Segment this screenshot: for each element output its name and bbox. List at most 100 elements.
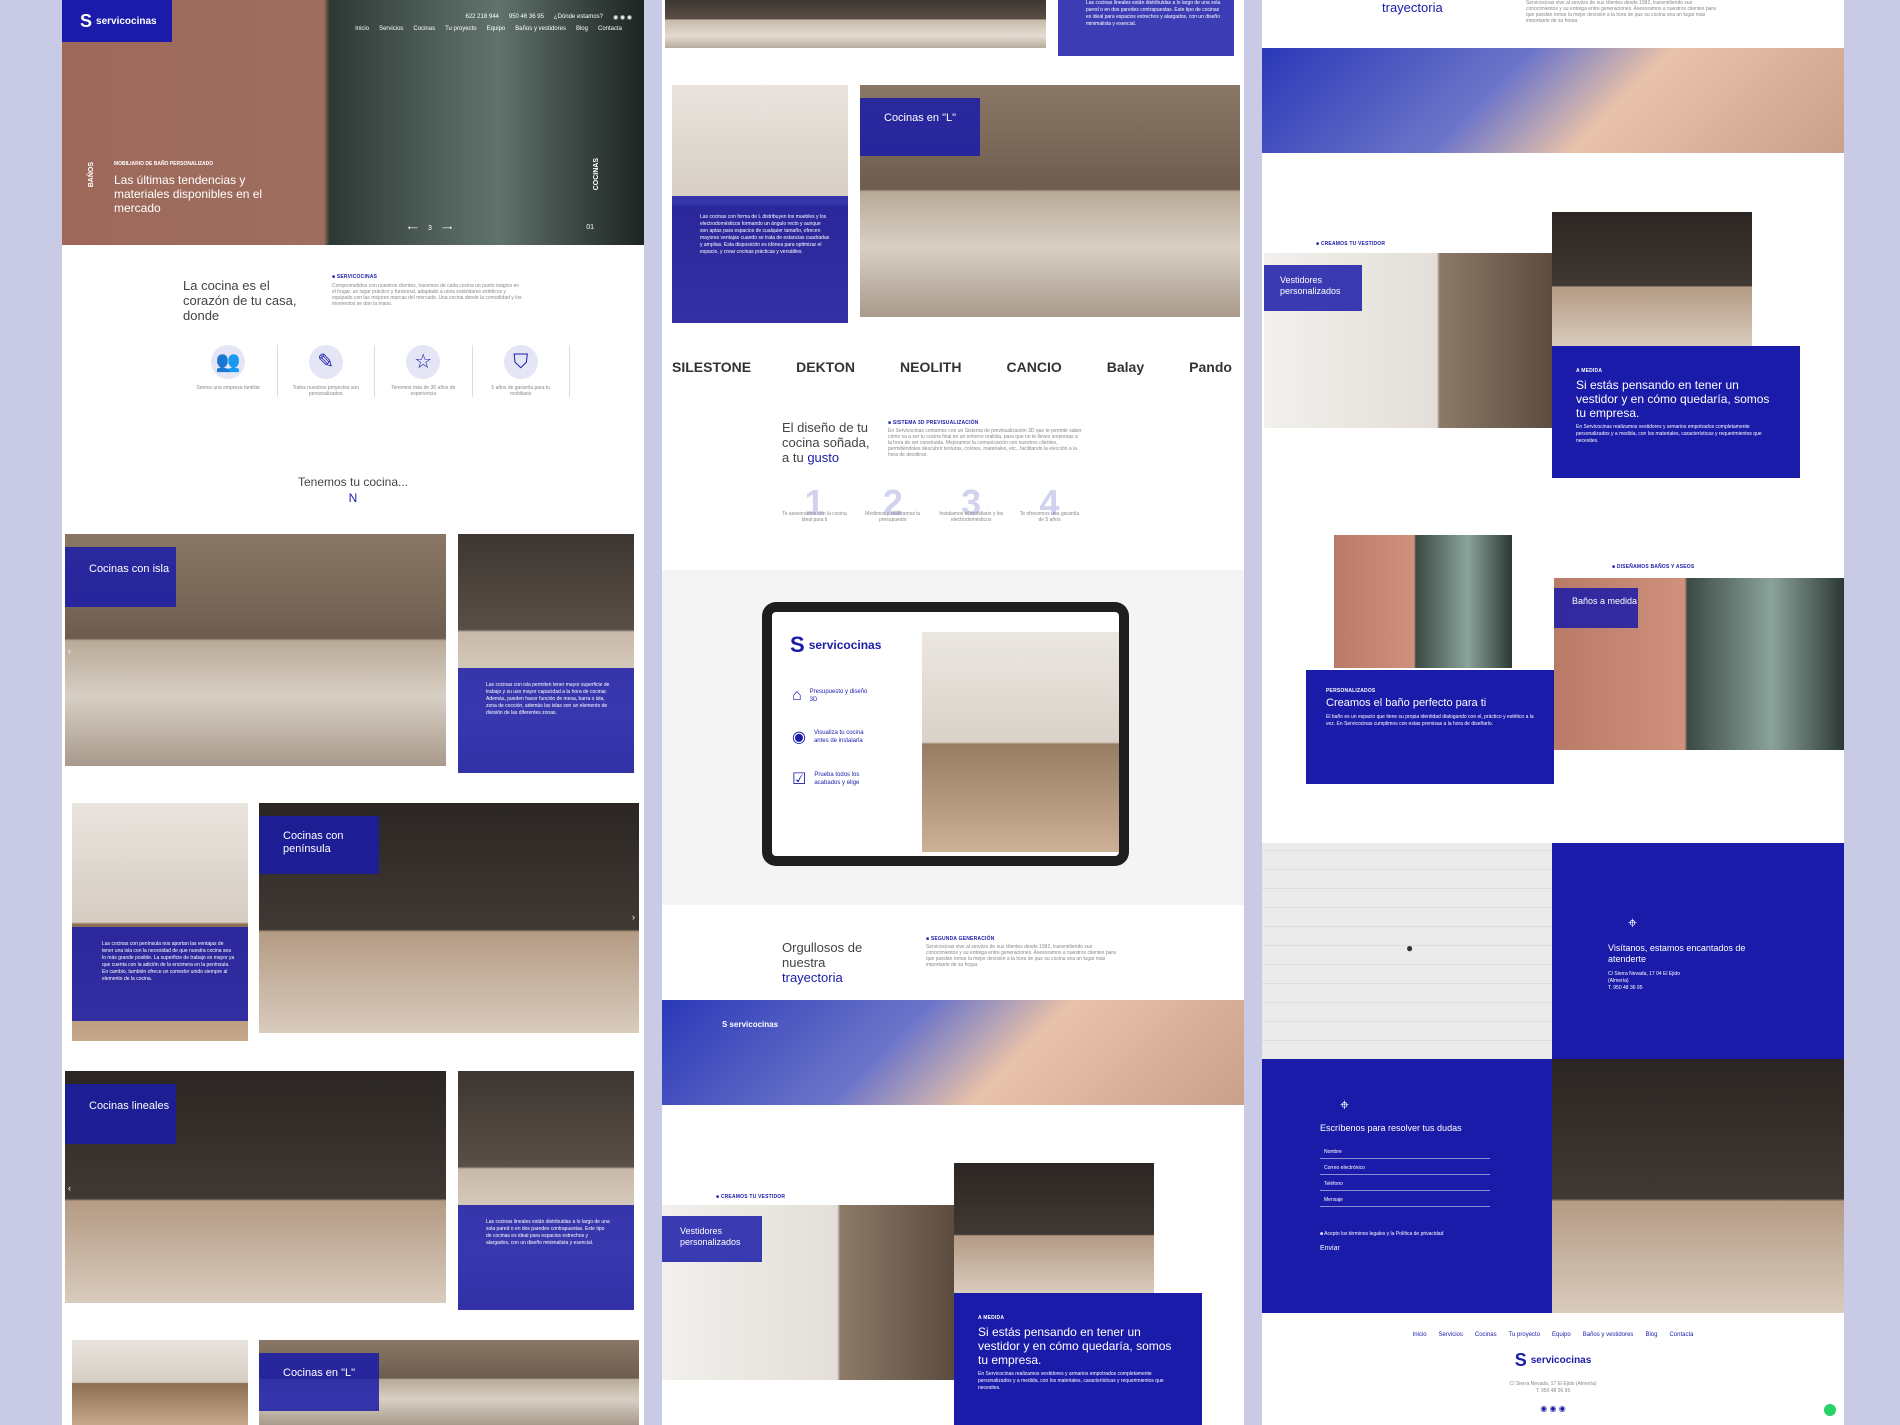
map-pin-icon[interactable]: ●	[1406, 941, 1413, 955]
wardrobe-detail-photo	[954, 1163, 1154, 1293]
nav-item[interactable]: Blog	[576, 26, 588, 32]
feature-item: ⛉ 5 años de garantía para tu mobiliario	[473, 345, 570, 397]
footer-nav-item[interactable]: Cocinas	[1475, 1332, 1497, 1338]
intro-label: ■ SERVICOCINAS	[332, 274, 378, 280]
trajectory-heading: Orgullosos de nuestra trayectoria	[782, 940, 863, 985]
contact-field[interactable]: Teléfono	[1320, 1175, 1490, 1191]
prev-arrow-icon[interactable]: ⟵	[408, 224, 418, 232]
nav-item[interactable]: Inicio	[355, 26, 369, 32]
visit-title: Visítanos, estamos encantados de atender…	[1608, 943, 1746, 964]
eye-icon: ◉	[792, 729, 806, 746]
team-icon: 👥	[211, 345, 246, 379]
trajectory-heading-continued: trayectoria	[1382, 0, 1443, 15]
footer-social-icons[interactable]: ◉ ◉ ◉	[1262, 1404, 1844, 1413]
pencil-icon: ✎	[308, 345, 343, 379]
trajectory-text: Servicocinas vive al servicio de sus cli…	[926, 944, 1116, 968]
footer-nav-item[interactable]: Servicios	[1439, 1332, 1463, 1338]
features-row: 👥 Somos una empresa familiar ✎ Todos nuestr…	[180, 345, 570, 397]
contact-form: ⌖ Escríbenos para resolver tus dudas Nom…	[1262, 1059, 1552, 1313]
kitchen-linear-text: Las cocinas lineales están distribuidas …	[458, 1205, 634, 1310]
footer-nav-item[interactable]: Tu proyecto	[1509, 1332, 1540, 1338]
footer-nav-item[interactable]: Contacta	[1669, 1332, 1693, 1338]
tablet-kitchen-render	[922, 632, 1119, 852]
team-photo-strip	[1262, 48, 1844, 153]
design-label: ■ SISTEMA 3D PREVISUALIZACIÓN	[888, 420, 979, 426]
intro-heading: La cocina es el corazón de tu casa, dond…	[183, 278, 297, 323]
bath-tag[interactable]: Baños a medida	[1554, 588, 1638, 628]
contact-field[interactable]: Correo electrónico	[1320, 1159, 1490, 1175]
phone-link-2[interactable]: 950 46 36 95	[509, 14, 544, 21]
design-step: 4 Te ofrecemos una garantía de 5 años	[1017, 485, 1082, 524]
prev-arrow-icon[interactable]: ‹	[68, 646, 71, 656]
shield-icon: ⛉	[503, 345, 538, 379]
tablet-feature-item: ⌂ Presupuesto y diseño 3D	[792, 687, 868, 704]
tablet-feature-item: ◉ Visualiza tu cocina antes de instalarla	[792, 729, 864, 746]
footer-phone[interactable]: T. 950 48 36 95	[1262, 1388, 1844, 1394]
contact-side-photo	[1552, 1059, 1844, 1313]
slide-counter: 3	[428, 224, 432, 232]
main-nav: Inicio Servicios Cocinas Tu proyecto Equipo B…	[355, 26, 622, 32]
nav-item[interactable]: Tu proyecto	[445, 26, 476, 32]
nav-item[interactable]: Contacta	[598, 26, 622, 32]
star-icon: ☆	[406, 345, 441, 379]
bath-info-box: PERSONALIZADOS Creamos el baño perfecto …	[1306, 670, 1554, 784]
design-steps: 1 Te asesoramos con la cocina ideal para …	[782, 485, 1082, 524]
contact-field[interactable]: Mensaje	[1320, 1191, 1490, 1207]
footer-nav-item[interactable]: Equipo	[1552, 1332, 1571, 1338]
wardrobe-tag[interactable]: Vestidores personalizados	[662, 1216, 762, 1262]
step-text: Medimos y realizamos tu presupuesto	[865, 511, 921, 523]
logo-text: servicocinas	[96, 15, 157, 27]
feature-item: 👥 Somos una empresa familiar	[180, 345, 278, 397]
feature-text: Tenemos más de 30 años de experiencia	[391, 385, 456, 397]
kitchen-linear-text-continued: Las cocinas lineales están distribuidas …	[1058, 0, 1234, 56]
slide-index: 01	[586, 224, 594, 231]
nav-item[interactable]: Cocinas	[413, 26, 435, 32]
kitchen-island-tag[interactable]: Cocinas con isla	[65, 547, 176, 607]
bath-detail-photo	[1334, 535, 1512, 668]
contact-title: Escríbenos para resolver tus dudas	[1320, 1123, 1462, 1133]
nav-item[interactable]: Servicios	[379, 26, 403, 32]
feature-item: ☆ Tenemos más de 30 años de experiencia	[375, 345, 473, 397]
design-heading: El diseño de tu cocina soñada, a tu gust…	[782, 420, 870, 465]
next-arrow-icon[interactable]: ⟶	[442, 224, 452, 232]
header-contact: 622 218 944 950 46 36 95 ¿Dónde estamos?…	[466, 14, 633, 21]
homepage-column-3: trayectoria Servicocinas vive al servici…	[1262, 0, 1844, 1425]
wardrobe-info-box: A MEDIDA Si estás pensando en tener un v…	[1552, 346, 1800, 478]
hero-side-label-left[interactable]: BAÑOS	[88, 162, 100, 187]
wardrobe-tag[interactable]: Vestidores personalizados	[1264, 265, 1362, 311]
footer-nav-item[interactable]: Inicio	[1413, 1332, 1427, 1338]
social-icons[interactable]: ◉ ◉ ◉	[613, 14, 632, 21]
kitchen-linear-tag[interactable]: Cocinas lineales	[65, 1084, 176, 1144]
visit-phone[interactable]: T. 950 48 36 95	[1608, 985, 1844, 992]
visit-address: C/ Sierra Nevada, 17 04 El Ejido (Almerí…	[1608, 971, 1680, 984]
contact-field[interactable]: Nombre	[1320, 1143, 1490, 1159]
wardrobe-label: ■ CREAMOS TU VESTIDOR	[716, 1194, 786, 1200]
privacy-checkbox[interactable]: ■ Acepto los términos legales y la Polít…	[1320, 1231, 1522, 1237]
footer-logo[interactable]: S servicocinas	[1262, 1350, 1844, 1371]
checkbox-icon: ☑	[792, 771, 807, 788]
next-arrow-icon[interactable]: ›	[632, 912, 635, 922]
location-link[interactable]: ¿Dónde estamos?	[554, 14, 603, 21]
cube-3d-icon: ⌂	[792, 687, 802, 704]
kitchen-peninsula-tag[interactable]: Cocinas con península	[259, 816, 379, 874]
kitchen-l-detail-photo	[72, 1340, 248, 1425]
prev-arrow-icon[interactable]: ‹	[68, 1183, 71, 1193]
team-photo-logo: S servicocinas	[722, 1020, 779, 1029]
hero-side-label-right[interactable]: COCINAS	[593, 158, 600, 190]
feature-text: Todos nuestros proyectos son personaliza…	[292, 385, 359, 397]
kitchen-l-tag[interactable]: Cocinas en "L"	[259, 1353, 379, 1411]
design-text: En Servicocinas contamos con un Sistema …	[888, 428, 1082, 458]
submit-button[interactable]: Enviar	[1320, 1245, 1522, 1252]
kitchen-l-tag[interactable]: Cocinas en "L"	[860, 98, 980, 156]
logo-mark-icon: S	[80, 10, 93, 31]
feature-item: ✎ Todos nuestros proyectos son personaliz…	[278, 345, 375, 397]
footer-nav-item[interactable]: Baños y vestidores	[1583, 1332, 1634, 1338]
nav-item[interactable]: Equipo	[487, 26, 506, 32]
footer-nav-item[interactable]: Blog	[1645, 1332, 1657, 1338]
whatsapp-icon[interactable]	[1824, 1404, 1836, 1416]
location-map[interactable]: ●	[1262, 843, 1552, 1059]
step-text: Te ofrecemos una garantía de 5 años	[1019, 511, 1080, 523]
header-logo[interactable]: S servicocinas	[62, 0, 172, 42]
nav-item[interactable]: Baños y vestidores	[515, 26, 566, 32]
phone-link-1[interactable]: 622 218 944	[466, 14, 499, 21]
